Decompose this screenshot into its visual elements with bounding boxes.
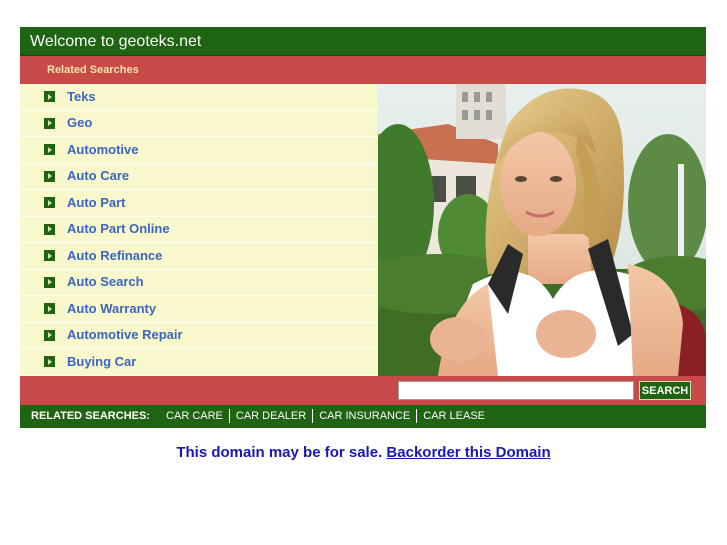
search-bar: SEARCH xyxy=(20,376,706,405)
arrow-bullet-icon xyxy=(44,197,55,209)
list-item: Auto Search xyxy=(20,269,378,296)
link-teks[interactable]: Teks xyxy=(67,84,96,111)
list-item: Geo xyxy=(20,110,378,137)
main-content: Teks Geo Automotive Auto Care Auto Part … xyxy=(20,84,706,376)
arrow-bullet-icon xyxy=(44,170,55,182)
site-title-bar: Welcome to geoteks.net xyxy=(20,27,706,56)
list-item: Auto Warranty xyxy=(20,296,378,323)
backorder-domain-link[interactable]: Backorder this Domain xyxy=(386,444,550,461)
link-buying-car[interactable]: Buying Car xyxy=(67,349,136,376)
arrow-bullet-icon xyxy=(44,276,55,288)
arrow-bullet-icon xyxy=(44,91,55,103)
related-searches-bar: RELATED SEARCHES: CAR CARE CAR DEALER CAR … xyxy=(20,405,706,428)
arrow-bullet-icon xyxy=(44,329,55,341)
related-link-car-dealer[interactable]: CAR DEALER xyxy=(230,410,312,422)
list-item: Auto Part Online xyxy=(20,216,378,243)
arrow-bullet-icon xyxy=(44,250,55,262)
search-input[interactable] xyxy=(398,381,634,400)
site-title: Welcome to geoteks.net xyxy=(30,33,202,50)
list-item: Automotive Repair xyxy=(20,322,378,349)
page-container: Welcome to geoteks.net Related Searches … xyxy=(20,27,706,428)
link-auto-warranty[interactable]: Auto Warranty xyxy=(67,296,156,323)
related-searches-label: RELATED SEARCHES: xyxy=(31,410,150,422)
arrow-bullet-icon xyxy=(44,303,55,315)
list-item: Automotive xyxy=(20,137,378,164)
domain-sale-notice: This domain may be for sale. Backorder t… xyxy=(0,444,727,461)
arrow-bullet-icon xyxy=(44,144,55,156)
link-auto-care[interactable]: Auto Care xyxy=(67,163,129,190)
list-item: Buying Car xyxy=(20,349,378,376)
related-searches-heading: Related Searches xyxy=(47,64,139,76)
search-button[interactable]: SEARCH xyxy=(639,381,691,400)
sale-text: This domain may be for sale. xyxy=(176,444,383,461)
arrow-bullet-icon xyxy=(44,117,55,129)
link-auto-search[interactable]: Auto Search xyxy=(67,269,144,296)
link-auto-part-online[interactable]: Auto Part Online xyxy=(67,216,170,243)
link-automotive-repair[interactable]: Automotive Repair xyxy=(67,322,183,349)
arrow-bullet-icon xyxy=(44,356,55,368)
woman-with-backpack-photo xyxy=(378,84,706,376)
list-item: Auto Refinance xyxy=(20,243,378,270)
list-item: Teks xyxy=(20,84,378,111)
related-link-car-lease[interactable]: CAR LEASE xyxy=(417,410,491,422)
link-automotive[interactable]: Automotive xyxy=(67,137,139,164)
link-auto-part[interactable]: Auto Part xyxy=(67,190,126,217)
link-auto-refinance[interactable]: Auto Refinance xyxy=(67,243,162,270)
related-link-car-insurance[interactable]: CAR INSURANCE xyxy=(313,410,416,422)
link-geo[interactable]: Geo xyxy=(67,110,92,137)
related-searches-header: Related Searches xyxy=(20,56,706,84)
list-item: Auto Care xyxy=(20,163,378,190)
related-link-car-care[interactable]: CAR CARE xyxy=(160,410,229,422)
related-links-list: Teks Geo Automotive Auto Care Auto Part … xyxy=(20,84,378,376)
list-item: Auto Part xyxy=(20,190,378,217)
arrow-bullet-icon xyxy=(44,223,55,235)
